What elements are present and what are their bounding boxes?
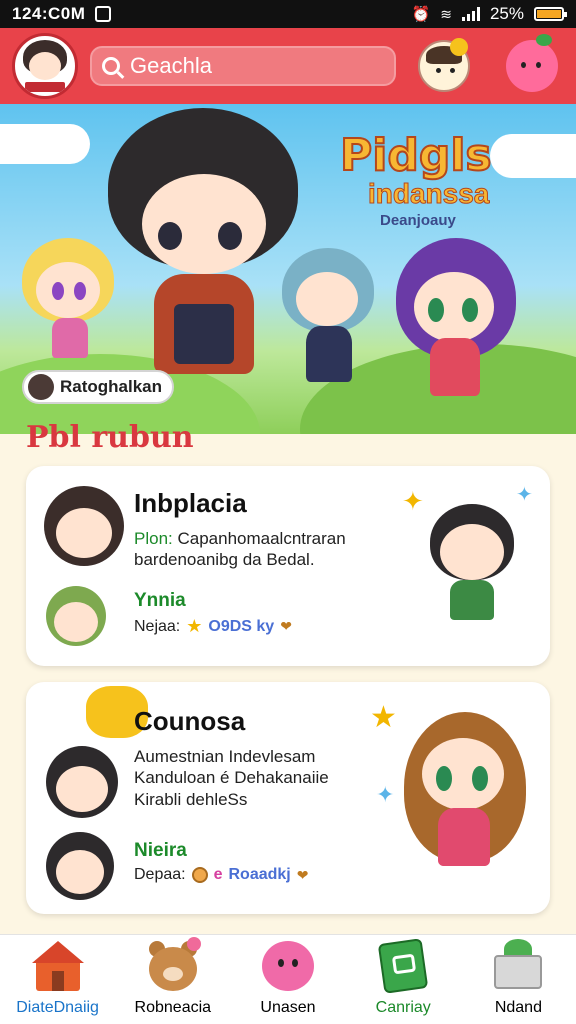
hero-subtitle: indanssa: [367, 178, 490, 210]
status-bar: 124:C0M ⏰ ≋ 25%: [0, 0, 576, 28]
card-title: Inbplacia: [134, 488, 247, 518]
pink-blob-button[interactable]: [506, 34, 558, 92]
card-user-name[interactable]: Ynnia: [134, 590, 186, 612]
nav-label: Ndand: [494, 999, 542, 1016]
profile-avatar[interactable]: [12, 33, 78, 99]
search-icon: [102, 57, 120, 75]
donut-icon: [191, 867, 208, 883]
nav-item-blob[interactable]: Unasen: [230, 935, 345, 1024]
character-face-button[interactable]: [418, 38, 470, 92]
card-description: Aumestnian Indevlesam Kanduloan é Dehaka…: [134, 747, 329, 809]
sparkle-icon: ★: [370, 701, 397, 734]
blue-hair-character: [278, 244, 378, 394]
pink-blob-icon: [258, 937, 318, 995]
card-avatar: [44, 486, 124, 566]
card-meta: Depaa: e Roaadkj ❤: [134, 866, 309, 883]
notification-icon: [95, 6, 112, 22]
bear-icon: [143, 937, 203, 995]
nav-label: Canriay: [375, 999, 431, 1016]
card-avatar: [46, 746, 118, 818]
nav-item-home[interactable]: DiateDnaiig: [0, 935, 115, 1024]
star-icon: ★: [186, 616, 203, 636]
post-card[interactable]: Inbplacia Plon: Capanhomaalcntraran bard…: [26, 466, 550, 666]
featured-user-name: Ratoghalkan: [60, 377, 163, 396]
post-card[interactable]: Counosa Aumestnian Indevlesam Kanduloan …: [26, 682, 550, 914]
hero-tagline: Deanjoauy: [380, 212, 456, 229]
cloud: [490, 134, 576, 178]
search-placeholder: Geachla: [130, 53, 212, 78]
bottom-navigation: DiateDnaiig Robneacia Unasen Canriay Nda…: [0, 934, 576, 1024]
featured-user-chip[interactable]: Ratoghalkan: [22, 370, 175, 404]
green-book-icon: [373, 937, 433, 995]
sparkle-icon: ✦: [402, 486, 424, 516]
clock: 124:C0M: [12, 4, 86, 23]
user-avatar: [46, 586, 106, 646]
user-avatar: [28, 374, 54, 400]
basket-icon: [488, 937, 548, 995]
signal-icon: [461, 7, 480, 21]
heart-icon: ❤: [296, 866, 309, 883]
cloud: [0, 124, 90, 164]
purple-hair-character: [392, 234, 522, 404]
card-user-name[interactable]: Nieira: [134, 840, 187, 862]
nav-item-basket[interactable]: Ndand: [461, 935, 576, 1024]
sparkle-icon: ✦: [516, 484, 533, 506]
card-meta: Nejaa: ★ O9DS ky ❤: [134, 616, 292, 636]
main-character: [98, 104, 308, 404]
nav-item-book[interactable]: Canriay: [346, 935, 461, 1024]
wifi-icon: ≋: [440, 5, 452, 22]
hero-banner[interactable]: Pidgls indanssa Deanjoauy Ratoghalkan: [0, 104, 576, 434]
house-icon: [28, 937, 88, 995]
card-title: Counosa: [134, 706, 246, 736]
nav-label: DiateDnaiig: [16, 999, 99, 1016]
card-character: [422, 500, 522, 630]
alarm-icon: ⏰: [411, 6, 431, 23]
search-input[interactable]: Geachla: [90, 46, 396, 86]
battery-icon: [534, 7, 567, 21]
user-avatar: [46, 832, 114, 900]
sparkle-icon: ✦: [376, 782, 395, 807]
app-header: Geachla: [0, 28, 576, 104]
section-title: Pbl rubun: [26, 420, 194, 455]
card-character: [400, 708, 530, 888]
nav-label: Robneacia: [134, 999, 212, 1016]
heart-icon: ❤: [280, 618, 292, 634]
nav-item-bear[interactable]: Robneacia: [115, 935, 230, 1024]
battery-percent: 25%: [489, 4, 524, 23]
hero-title: Pidgls: [339, 130, 493, 181]
nav-label: Unasen: [260, 999, 316, 1016]
card-description: Plon: Capanhomaalcntraran bardenoanibg d…: [134, 529, 346, 570]
